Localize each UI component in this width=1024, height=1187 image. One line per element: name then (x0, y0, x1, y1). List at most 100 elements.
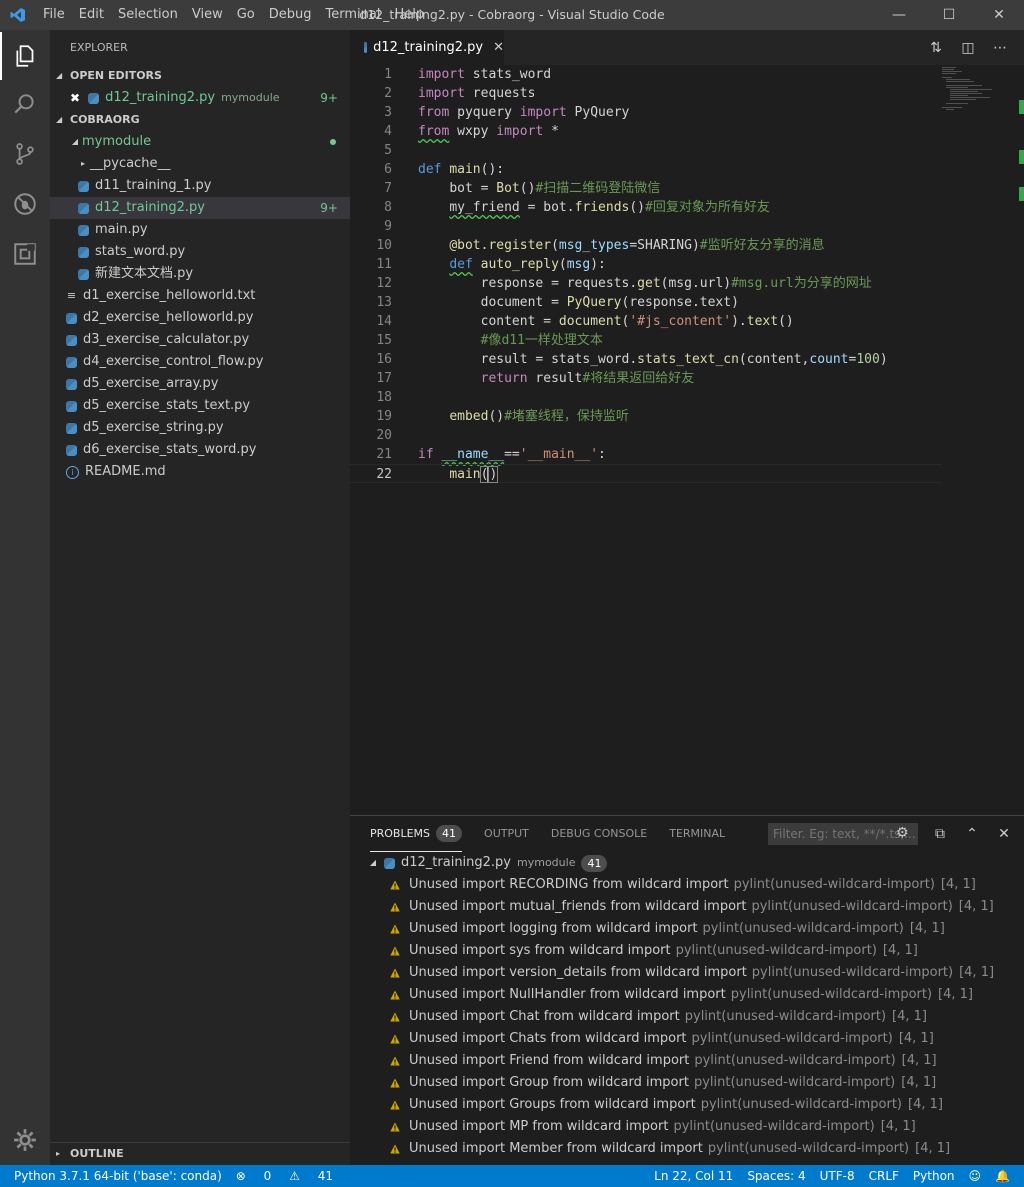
more-actions-icon[interactable]: ⋯ (984, 40, 1016, 56)
explorer-file-item[interactable]: d4_exercise_control_flow.py (50, 351, 350, 373)
close-panel-icon[interactable]: ✕ (988, 826, 1020, 842)
chevron-down-icon: ◢ (56, 71, 63, 80)
problem-item[interactable]: Unused import Chats from wildcard import… (350, 1028, 1024, 1050)
explorer-icon[interactable] (0, 32, 50, 80)
python-file-icon (66, 444, 77, 456)
menu-go[interactable]: Go (230, 0, 262, 30)
problem-item[interactable]: Unused import mutual_friends from wildca… (350, 896, 1024, 918)
explorer-file-item[interactable]: d3_exercise_calculator.py (50, 329, 350, 351)
editor-actions: ⇅ ◫ ⋯ (920, 30, 1016, 65)
debug-icon[interactable] (0, 180, 50, 228)
outline-section[interactable]: ▸ OUTLINE (50, 1142, 350, 1165)
indentation[interactable]: Spaces: 4 (747, 1165, 805, 1187)
explorer-file-item[interactable]: d11_training_1.py (50, 175, 350, 197)
file-label: d5_exercise_array.py (83, 376, 219, 391)
problems-status[interactable]: ⊗ 0 ⚠ 41 (236, 1165, 347, 1187)
problems-file-group[interactable]: ◢ d12_training2.py mymodule 41 (350, 852, 1024, 874)
maximize-panel-icon[interactable]: ⌃ (956, 826, 988, 842)
python-file-icon (78, 268, 89, 280)
tab-terminal[interactable]: TERMINAL (669, 816, 725, 852)
python-file-icon (88, 92, 100, 104)
encoding[interactable]: UTF-8 (820, 1165, 855, 1187)
problem-position: [4, 1] (938, 987, 973, 1002)
filter-settings-icon[interactable]: ⚙ (896, 825, 909, 841)
tab-problems[interactable]: PROBLEMS 41 (370, 816, 463, 852)
explorer-file-item[interactable]: d5_exercise_stats_text.py (50, 395, 350, 417)
problem-item[interactable]: Unused import logging from wildcard impo… (350, 918, 1024, 940)
tab-debug-console[interactable]: DEBUG CONSOLE (551, 816, 647, 852)
problem-position: [4, 1] (882, 943, 918, 958)
problem-item[interactable]: Unused import NullHandler from wildcard … (350, 984, 1024, 1006)
explorer-file-item[interactable]: d5_exercise_array.py (50, 373, 350, 395)
search-icon[interactable] (0, 80, 50, 128)
python-interpreter[interactable]: Python 3.7.1 64-bit ('base': conda) (14, 1165, 222, 1187)
cursor-position[interactable]: Ln 22, Col 11 (654, 1165, 733, 1187)
problem-item[interactable]: Unused import Friend from wildcard impor… (350, 1050, 1024, 1072)
notifications-bell-icon[interactable]: 🔔 (995, 1165, 1010, 1187)
problem-position: [4, 1] (959, 965, 995, 980)
feedback-smiley-icon[interactable]: ☺ (969, 1165, 982, 1187)
folder-pycache[interactable]: ▸ __pycache__ (50, 153, 350, 175)
explorer-file-item[interactable]: d6_exercise_stats_word.py (50, 439, 350, 461)
explorer-file-item[interactable]: d2_exercise_helloworld.py (50, 307, 350, 329)
tab-d12-training2[interactable]: d12_training2.py ✕ (350, 30, 504, 65)
warning-icon (390, 880, 400, 890)
problem-item[interactable]: Unused import MP from wildcard import pyl… (350, 1116, 1024, 1138)
open-editors-section[interactable]: ◢ OPEN EDITORS (50, 65, 350, 87)
minimize-icon[interactable]: — (874, 0, 924, 30)
language-mode[interactable]: Python (913, 1165, 955, 1187)
problem-item[interactable]: Unused import Chat from wildcard import p… (350, 1006, 1024, 1028)
problem-item[interactable]: Unused import RECORDING from wildcard im… (350, 874, 1024, 896)
problem-item[interactable]: Unused import sys from wildcard import py… (350, 940, 1024, 962)
close-tab-icon[interactable]: ✕ (493, 40, 504, 55)
open-changes-icon[interactable]: ⇅ (920, 40, 952, 56)
explorer-file-item[interactable]: stats_word.py (50, 241, 350, 263)
code-line: 16 result = stats_word.stats_text_cn(con… (376, 352, 888, 367)
warning-icon (390, 946, 400, 956)
extensions-icon[interactable] (0, 230, 50, 278)
problem-message: Unused import version_details from wildc… (409, 965, 747, 980)
menu-debug[interactable]: Debug (262, 0, 319, 30)
menu-help[interactable]: Help (387, 0, 431, 30)
minimap[interactable] (940, 65, 1010, 125)
collapse-all-icon[interactable]: ⧉ (924, 826, 956, 842)
code-line: 10 @bot.register(msg_types=SHARING)#监听好友… (376, 238, 825, 253)
problem-position: [4, 1] (901, 1075, 937, 1090)
close-editor-icon[interactable]: ✖ (70, 87, 80, 109)
explorer-file-item[interactable]: 新建文本文档.py (50, 263, 350, 285)
source-control-icon[interactable] (0, 130, 50, 178)
code-editor[interactable]: 1 import stats_word 2 import requests 3 fro… (350, 65, 1024, 815)
problem-item[interactable]: Unused import Groups from wildcard impor… (350, 1094, 1024, 1116)
problem-item[interactable]: Unused import Member from wildcard impor… (350, 1138, 1024, 1160)
problems-file-name: d12_training2.py (401, 855, 512, 870)
python-file-icon (384, 857, 395, 869)
workspace-section[interactable]: ◢ COBRAORG (50, 109, 350, 131)
explorer-file-item[interactable]: d12_training2.py 9+ (50, 197, 350, 219)
warning-icon (390, 1056, 400, 1066)
explorer-file-item[interactable]: i README.md (50, 461, 350, 483)
folder-mymodule[interactable]: ◢ mymodule (50, 131, 350, 153)
warning-icon (390, 1012, 400, 1022)
problem-item[interactable]: Unused import version_details from wildc… (350, 962, 1024, 984)
code-line-current: 22 main() (350, 464, 942, 483)
menu-view[interactable]: View (185, 0, 230, 30)
problem-item[interactable]: Unused import Group from wildcard import… (350, 1072, 1024, 1094)
explorer-file-item[interactable]: ≡ d1_exercise_helloworld.txt (50, 285, 350, 307)
problem-source: pylint(unused-wildcard-import) (707, 1141, 910, 1156)
open-editor-item[interactable]: ✖ d12_training2.py mymodule 9+ (50, 87, 350, 109)
settings-gear-icon[interactable] (0, 1116, 50, 1164)
tab-output[interactable]: OUTPUT (484, 816, 529, 852)
explorer-file-item[interactable]: d5_exercise_string.py (50, 417, 350, 439)
menu-edit[interactable]: Edit (72, 0, 111, 30)
menu-selection[interactable]: Selection (111, 0, 185, 30)
folder-label: __pycache__ (90, 156, 171, 171)
close-window-icon[interactable]: ✕ (974, 0, 1024, 30)
problem-position: [4, 1] (909, 921, 945, 936)
explorer-file-item[interactable]: main.py (50, 219, 350, 241)
split-editor-icon[interactable]: ◫ (952, 40, 984, 56)
menu-file[interactable]: File (36, 0, 72, 30)
menu-terminal[interactable]: Terminal (319, 0, 388, 30)
problem-source: pylint(unused-wildcard-import) (693, 1075, 896, 1090)
line-ending[interactable]: CRLF (869, 1165, 899, 1187)
maximize-icon[interactable]: ☐ (924, 0, 974, 30)
